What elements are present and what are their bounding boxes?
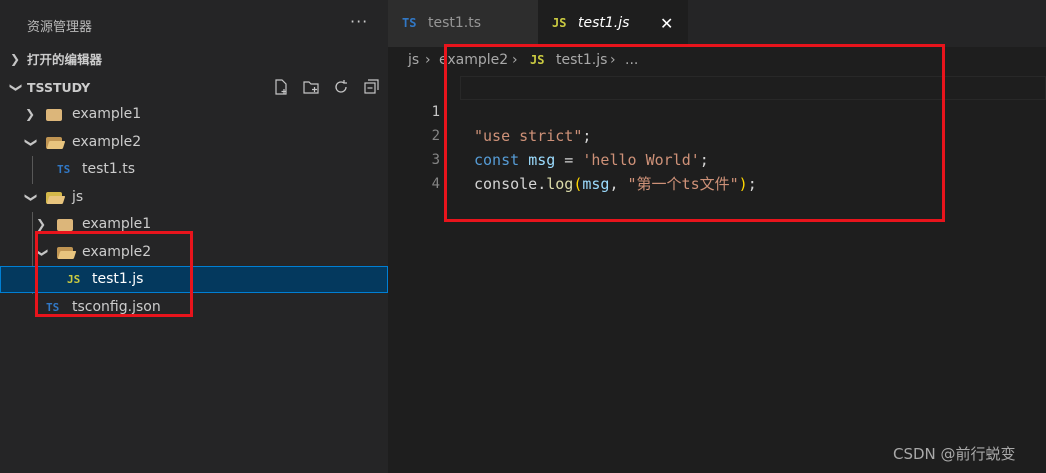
breadcrumb-item[interactable]: js: [408, 48, 419, 72]
close-icon[interactable]: ✕: [660, 0, 673, 47]
open-editors-section[interactable]: ❯ 打开的编辑器: [0, 46, 388, 73]
chevron-down-icon: ❯: [9, 82, 24, 93]
folder-icon: [57, 219, 73, 231]
folder-open-icon: [46, 137, 62, 149]
tree-folder-example2[interactable]: ❯ example2: [0, 129, 388, 156]
typescript-file-icon: TS: [57, 163, 71, 176]
annotation-box-editor: [444, 44, 945, 222]
line-number: 4: [431, 176, 440, 192]
explorer-title: 资源管理器: [27, 20, 93, 35]
chevron-right-icon: ›: [425, 52, 431, 68]
refresh-icon[interactable]: [332, 78, 350, 96]
javascript-file-icon: JS: [552, 16, 567, 30]
tree-file-test1-ts[interactable]: TS test1.ts: [0, 156, 388, 183]
chevron-down-icon: ❯: [24, 192, 39, 203]
collapse-all-icon[interactable]: [362, 78, 380, 96]
watermark: CSDN @前行蜕变: [893, 445, 1016, 463]
tab-test1-js[interactable]: JS test1.js ✕: [538, 0, 688, 47]
js-folder-icon: [46, 192, 62, 204]
tree-folder-example1[interactable]: ❯ example1: [0, 101, 388, 128]
tab-label: test1.js: [578, 15, 630, 31]
new-folder-icon[interactable]: [302, 78, 320, 96]
chevron-right-icon: ❯: [10, 52, 21, 66]
tree-label: js: [72, 189, 84, 205]
project-section[interactable]: ❯ TSSTUDY: [0, 74, 388, 101]
tab-bar: TS test1.ts JS test1.js ✕: [388, 0, 1046, 47]
tree-label: test1.ts: [82, 161, 136, 177]
tree-folder-js[interactable]: ❯ js: [0, 184, 388, 211]
tab-test1-ts[interactable]: TS test1.ts: [388, 0, 538, 47]
tree-label: example1: [72, 106, 142, 122]
open-editors-label: 打开的编辑器: [27, 52, 103, 67]
folder-icon: [46, 109, 62, 121]
tree-label: example2: [72, 134, 142, 150]
annotation-box-sidebar: [35, 231, 193, 317]
project-label: TSSTUDY: [27, 80, 91, 95]
chevron-down-icon: ❯: [24, 137, 39, 148]
more-actions-icon[interactable]: ···: [350, 12, 368, 31]
typescript-file-icon: TS: [402, 16, 417, 30]
tab-label: test1.ts: [428, 15, 482, 31]
chevron-right-icon: ❯: [25, 107, 36, 121]
new-file-icon[interactable]: [272, 78, 290, 96]
